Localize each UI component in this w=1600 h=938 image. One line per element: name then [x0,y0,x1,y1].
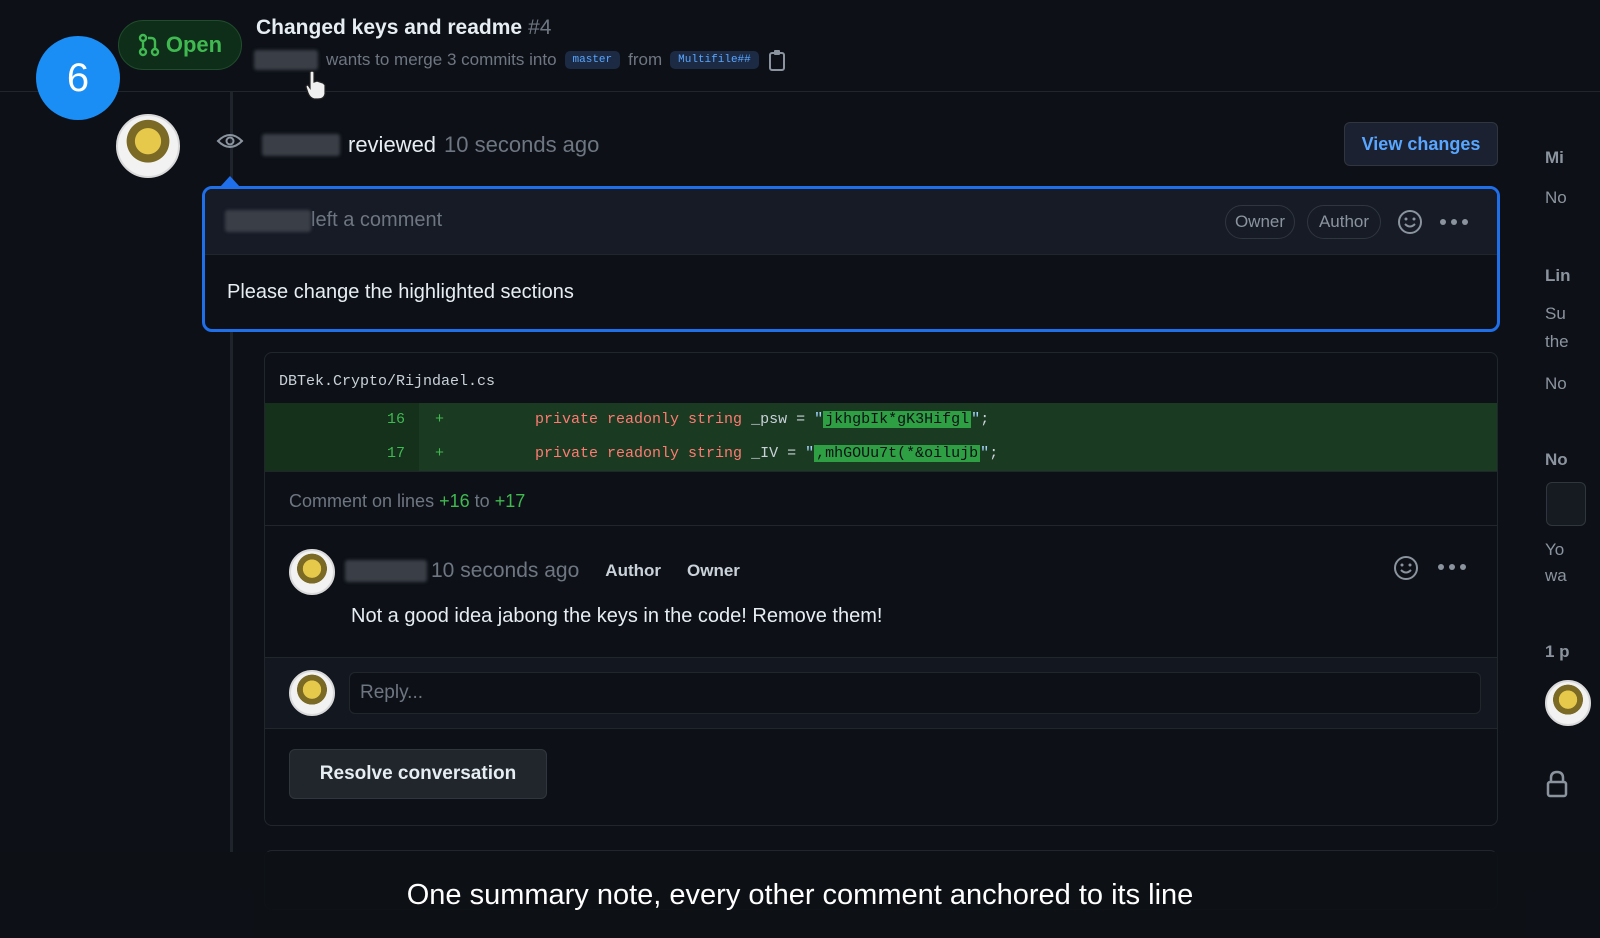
view-changes-button[interactable]: View changes [1344,122,1498,166]
summary-comment-header: left a comment Owner Author [205,189,1497,255]
secret-string: ,mhGOUu7t(*&oilujb [814,445,981,462]
line-gutter: 16 [265,403,419,437]
from-text: from [628,50,663,69]
review-thread: DBTek.Crypto/Rijndael.cs 16 + private re… [264,352,1498,826]
pr-number: #4 [528,16,552,39]
comment-on-prefix: Comment on lines [289,491,435,511]
line-number: 16 [386,411,405,428]
pr-state-badge: Open [118,20,242,70]
code-identifier: _psw [751,411,788,428]
caption-text: One summary note, every other comment an… [406,878,1194,911]
reply-input[interactable]: Reply... [349,672,1481,714]
resolve-conversation-button[interactable]: Resolve conversation [289,749,547,799]
current-user-avatar [289,670,335,716]
line-range-end: +17 [494,491,526,511]
added-sign: + [435,411,445,428]
reviewer-avatar[interactable] [116,114,180,178]
reply-area: Reply... [265,657,1497,729]
inline-comment-time[interactable]: 10 seconds ago [431,559,579,583]
divider [265,471,1497,472]
inline-comment-body: Not a good idea jabong the keys in the c… [351,605,883,627]
code-operator: = [796,411,806,428]
step-number-badge: 6 [36,36,120,120]
sidebar-fragment: Mi [1545,148,1564,167]
code-operator: = [787,445,797,462]
more-options-icon[interactable] [1437,563,1467,571]
pr-meta: wants to merge 3 commits into master fro… [254,48,787,72]
code-keywords: private readonly string [535,411,743,428]
owner-tag: Owner [687,561,740,580]
step-number: 6 [66,55,90,100]
sidebar-fragment: Yo [1545,540,1565,559]
eye-icon [216,134,244,148]
sidebar-fragment: Lin [1545,266,1571,285]
sidebar-button-fragment[interactable] [1546,482,1586,526]
code-keywords: private readonly string [535,445,743,462]
base-branch[interactable]: master [564,51,621,69]
review-event: reviewed 10 seconds ago [262,132,599,158]
to-text: to [474,491,490,511]
line-number: 17 [386,445,405,462]
copy-icon[interactable] [767,48,787,72]
line-gutter: 17 [265,437,419,471]
head-branch[interactable]: Multifile## [670,51,759,69]
video-caption: One summary note, every other comment an… [0,852,1600,938]
summary-comment: left a comment Owner Author Please chang… [202,186,1500,332]
add-reaction-icon[interactable] [1397,209,1423,235]
pr-meta-text: wants to merge 3 commits into [326,50,557,69]
lock-icon[interactable] [1546,770,1568,798]
pr-title: Changed keys and readme #4 [256,16,551,40]
author-name-redacted[interactable] [254,50,318,70]
sidebar-fragment: No [1545,188,1567,207]
diff-line[interactable]: 17 + private readonly string _IV = " ,mhG… [265,437,1497,471]
hand-cursor-icon [305,70,326,100]
summary-comment-body: Please change the highlighted sections [227,281,574,303]
review-action: reviewed [348,132,437,157]
added-sign: + [435,445,445,462]
secret-string: jkhgbIk*gK3Hifgl [823,411,972,428]
sidebar-fragment: the [1545,332,1569,351]
sidebar-fragment: 1 p [1545,642,1570,661]
sidebar-fragment: wa [1545,566,1567,585]
file-path-link[interactable]: DBTek.Crypto/Rijndael.cs [279,373,495,390]
inline-comment-meta: 10 seconds ago Author Owner [345,559,740,583]
inline-commenter-avatar[interactable] [289,549,335,595]
sidebar-fragment: No [1545,374,1567,393]
author-tag: Author [605,561,662,580]
pull-request-icon [138,33,160,57]
sidebar-fragment: Su [1545,304,1566,323]
code-identifier: _IV [751,445,779,462]
divider [265,525,1497,526]
pr-title-text: Changed keys and readme [256,16,523,39]
code-content: private readonly string _psw = " jkhgbIk*… [535,411,990,428]
participant-avatar[interactable] [1545,680,1591,726]
add-reaction-icon[interactable] [1393,555,1419,581]
commenter-name-redacted[interactable] [225,209,311,232]
owner-tag: Owner [1225,205,1295,239]
inline-commenter-name-redacted[interactable] [345,560,427,582]
review-time[interactable]: 10 seconds ago [444,132,599,158]
more-options-icon[interactable] [1439,218,1469,226]
summary-comment-action: left a comment [311,209,443,231]
comment-on-lines: Comment on lines +16 to +17 [289,491,525,512]
line-range-start: +16 [439,491,470,511]
code-content: private readonly string _IV = " ,mhGOUu7t… [535,445,999,462]
diff-line[interactable]: 16 + private readonly string _psw = " jkh… [265,403,1497,437]
reviewer-name-redacted[interactable] [262,134,340,156]
summary-comment-heading: left a comment [225,209,442,232]
pr-state-label: Open [165,32,223,57]
author-tag: Author [1307,205,1381,239]
sidebar-fragment: No [1545,450,1568,469]
